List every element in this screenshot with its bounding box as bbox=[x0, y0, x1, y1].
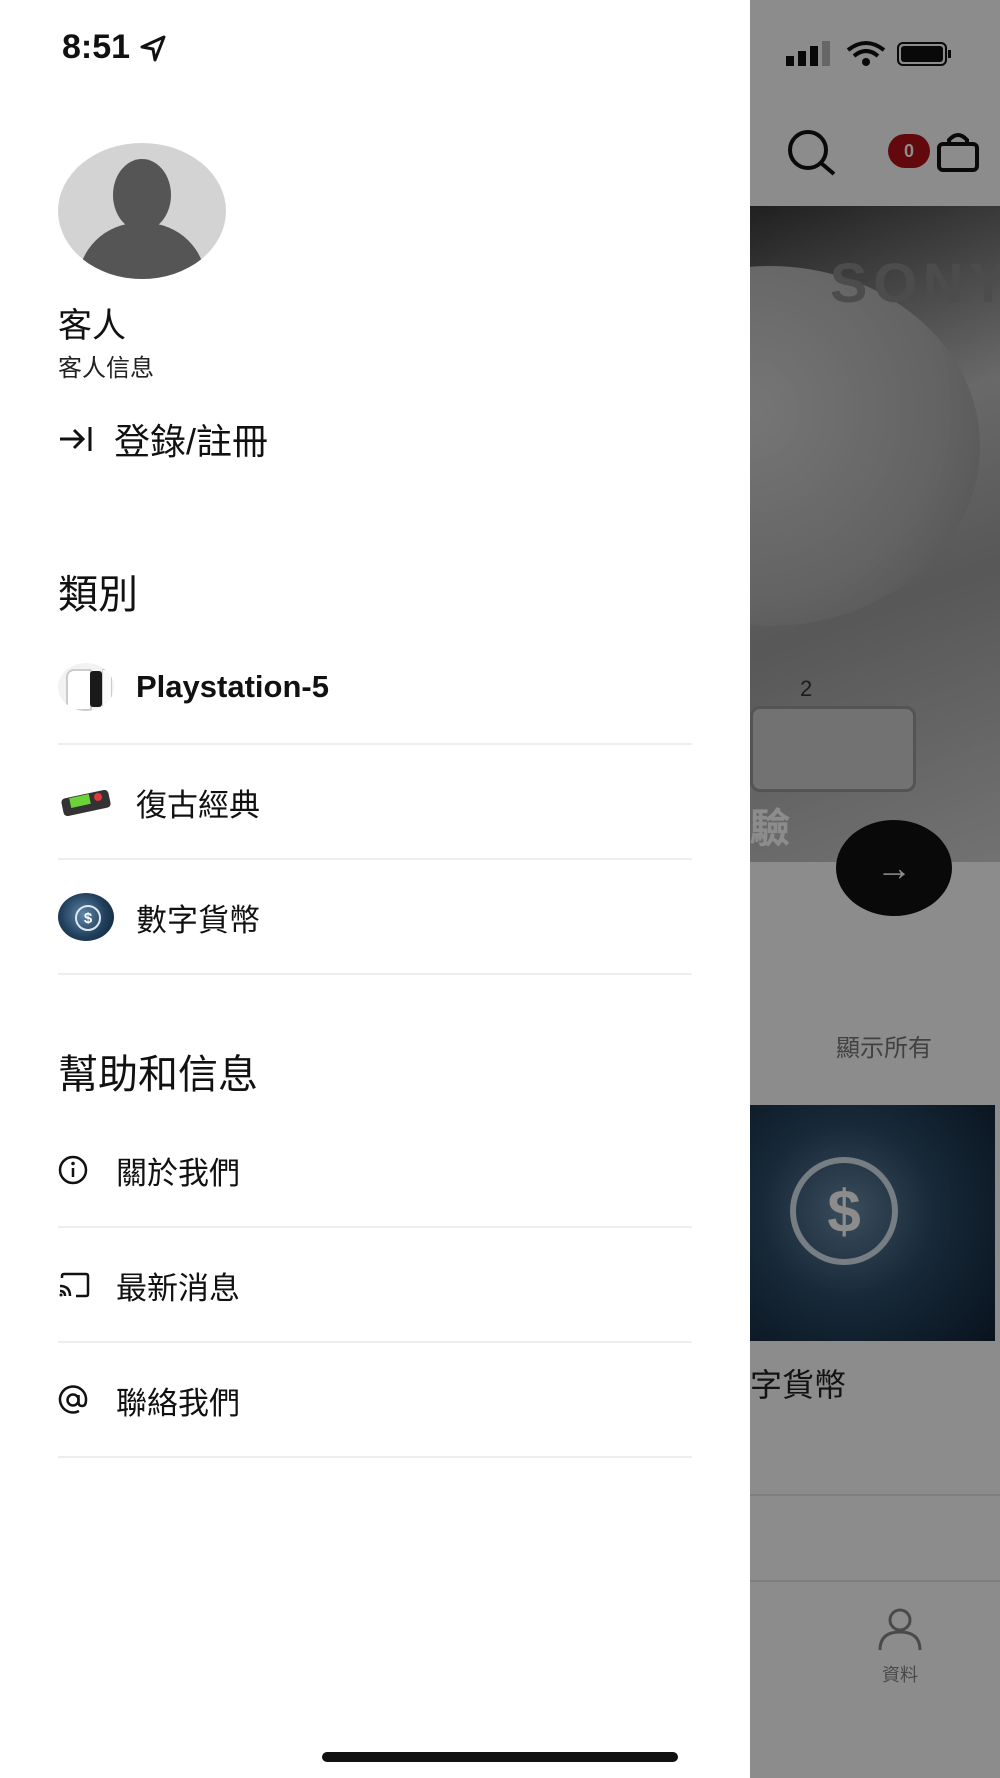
help-item-contact-us[interactable]: 聯絡我們 bbox=[58, 1344, 692, 1458]
category-item-label: 數字貨幣 bbox=[136, 902, 260, 938]
category-item-playstation-5[interactable]: Playstation-5 bbox=[58, 631, 692, 745]
help-item-latest-news[interactable]: 最新消息 bbox=[58, 1229, 692, 1343]
at-sign-icon bbox=[58, 1385, 92, 1415]
category-item-retro-classic[interactable]: 復古經典 bbox=[58, 746, 692, 860]
help-item-label: 聯絡我們 bbox=[116, 1385, 240, 1421]
user-name: 客人 bbox=[58, 307, 126, 345]
login-register-label: 登錄/註冊 bbox=[114, 421, 269, 462]
help-item-label: 最新消息 bbox=[116, 1270, 240, 1306]
help-item-about-us[interactable]: 關於我們 bbox=[58, 1114, 692, 1228]
user-subtitle: 客人信息 bbox=[58, 355, 154, 382]
avatar[interactable] bbox=[58, 143, 226, 279]
categories-title: 類別 bbox=[58, 573, 138, 617]
retro-console-thumbnail bbox=[58, 778, 114, 826]
category-item-label: 復古經典 bbox=[136, 787, 260, 823]
ps5-console-thumbnail bbox=[58, 663, 114, 711]
help-info-title: 幫助和信息 bbox=[58, 1053, 258, 1097]
login-icon bbox=[60, 427, 92, 451]
home-indicator bbox=[322, 1752, 678, 1762]
category-item-label: Playstation-5 bbox=[136, 669, 329, 704]
info-icon bbox=[58, 1155, 92, 1185]
location-arrow-icon bbox=[140, 35, 166, 61]
cast-icon bbox=[58, 1272, 92, 1298]
drawer-scrim[interactable] bbox=[750, 0, 1000, 1778]
status-time: 8:51 bbox=[62, 28, 168, 67]
digital-currency-thumbnail: $ bbox=[58, 893, 114, 941]
help-item-label: 關於我們 bbox=[116, 1155, 240, 1191]
navigation-drawer: 8:51 客人 客人信息 登錄/註冊 類別 Playstation-5 復古經典… bbox=[0, 0, 750, 1778]
login-register-button[interactable]: 登錄/註冊 bbox=[58, 413, 268, 465]
category-item-digital-currency[interactable]: $ 數字貨幣 bbox=[58, 861, 692, 975]
